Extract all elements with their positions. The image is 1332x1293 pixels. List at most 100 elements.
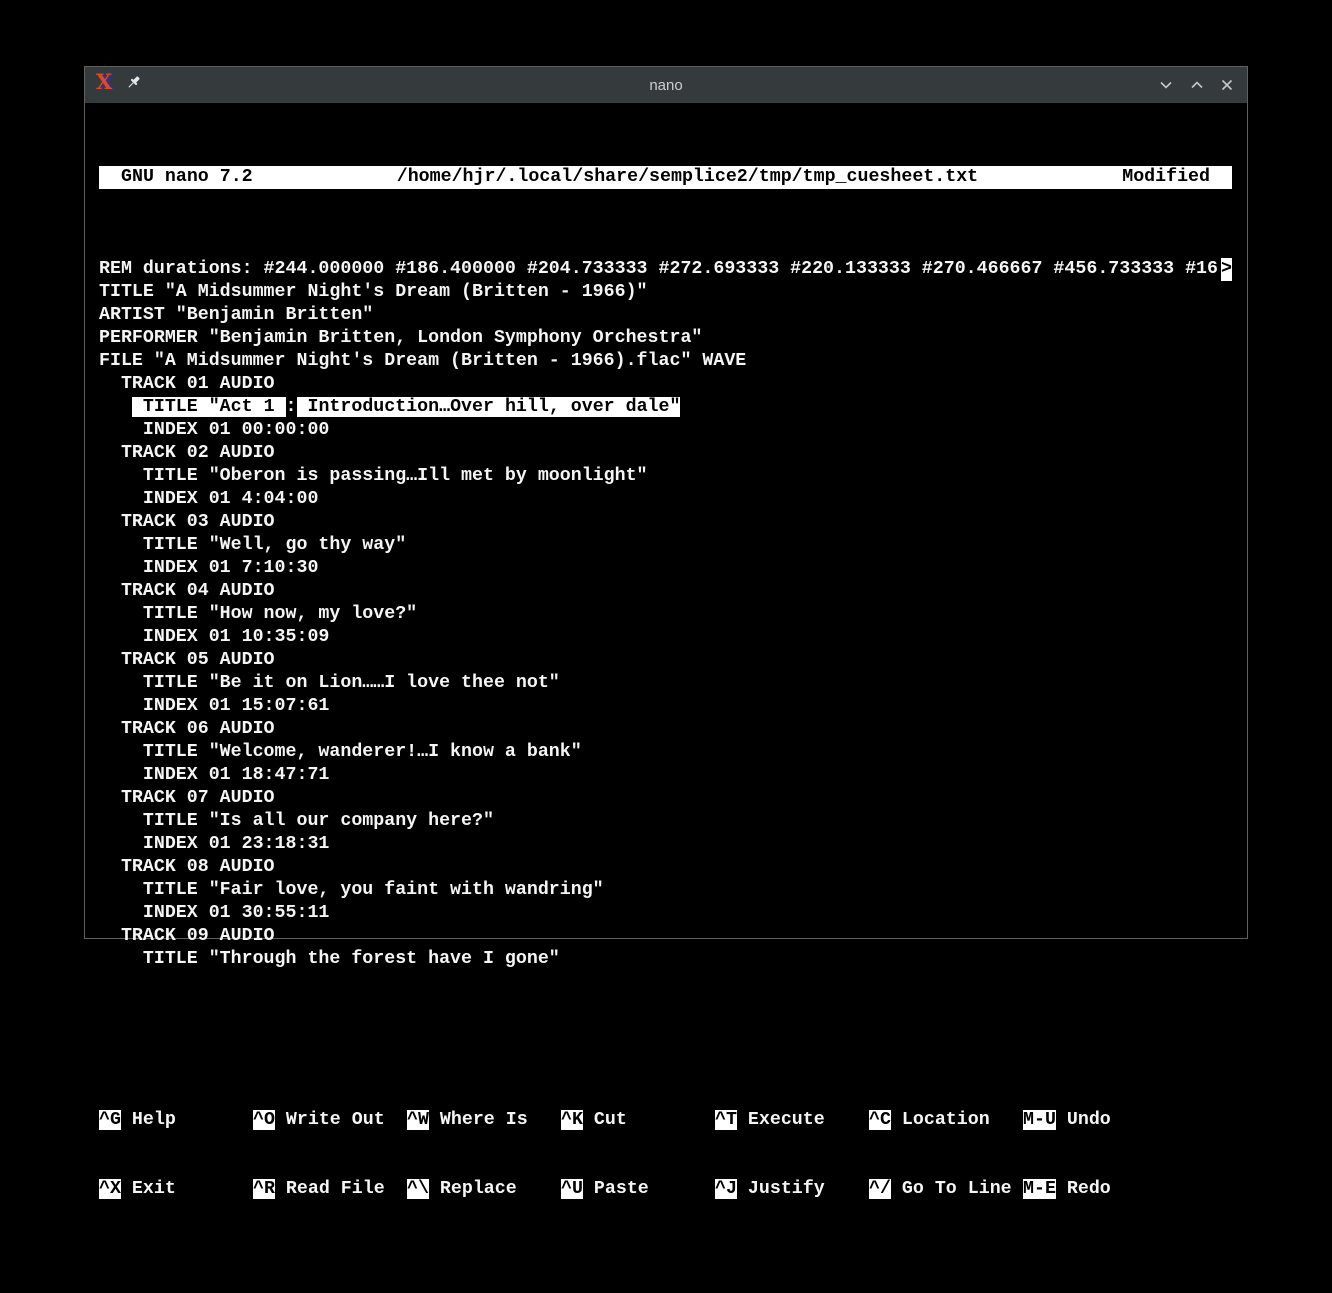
editor-line[interactable]: TRACK 02 AUDIO: [99, 442, 1232, 465]
line-text: TITLE "How now, my love?": [99, 604, 417, 624]
editor-line[interactable]: PERFORMER "Benjamin Britten, London Symp…: [99, 327, 1232, 350]
shortcut-paste: ^U Paste: [561, 1178, 715, 1201]
editor-line[interactable]: TRACK 05 AUDIO: [99, 649, 1232, 672]
editor-line[interactable]: INDEX 01 30:55:11: [99, 902, 1232, 925]
editor-line[interactable]: INDEX 01 10:35:09: [99, 626, 1232, 649]
line-text: PERFORMER "Benjamin Britten, London Symp…: [99, 328, 702, 348]
terminal-window: X X nano: [84, 66, 1248, 939]
shortcut-key: ^U: [561, 1179, 583, 1199]
line-text: INDEX 01 23:18:31: [99, 834, 329, 854]
shortcut-key: M-E: [1023, 1179, 1056, 1199]
editor-line[interactable]: TITLE "Fair love, you faint with wandrin…: [99, 879, 1232, 902]
selected-text: Introduction…Over hill, over dale": [297, 397, 681, 417]
shortcut-row: ^G Help^O Write Out^W Where Is^K Cut^T E…: [99, 1109, 1232, 1132]
line-text: TRACK 07 AUDIO: [99, 788, 275, 808]
nano-modified-status: Modified: [1122, 166, 1232, 189]
shortcut-label: Where Is: [429, 1110, 528, 1130]
selected-text: TITLE "Act 1: [132, 397, 286, 417]
editor-line[interactable]: TITLE "Be it on Lion……I love thee not": [99, 672, 1232, 695]
shortcut-key: ^X: [99, 1179, 121, 1199]
editor-line[interactable]: INDEX 01 15:07:61: [99, 695, 1232, 718]
editor-line[interactable]: TRACK 06 AUDIO: [99, 718, 1232, 741]
editor-line[interactable]: TITLE "Is all our company here?": [99, 810, 1232, 833]
editor-line[interactable]: TITLE "How now, my love?": [99, 603, 1232, 626]
shortcut-go-to-line: ^/ Go To Line: [869, 1178, 1023, 1201]
line-overflow-marker: >: [1221, 258, 1232, 281]
editor-line[interactable]: TITLE "Through the forest have I gone": [99, 948, 1232, 971]
shortcut-key: ^W: [407, 1110, 429, 1130]
shortcut-location: ^C Location: [869, 1109, 1023, 1132]
line-text: TITLE "Welcome, wanderer!…I know a bank": [99, 742, 582, 762]
editor-line[interactable]: TITLE "A Midsummer Night's Dream (Britte…: [99, 281, 1232, 304]
shortcut-label: Undo: [1056, 1110, 1111, 1130]
rem-durations-line[interactable]: REM durations: #244.000000 #186.400000 #…: [99, 258, 1232, 281]
nano-version: GNU nano 7.2: [99, 166, 253, 189]
shortcut-where-is: ^W Where Is: [407, 1109, 561, 1132]
editor-line[interactable]: ARTIST "Benjamin Britten": [99, 304, 1232, 327]
shortcut-key: ^K: [561, 1110, 583, 1130]
titlebar-left-icons: X X: [94, 67, 142, 103]
shortcut-key: ^G: [99, 1110, 121, 1130]
shortcut-label: Location: [891, 1110, 990, 1130]
nano-shortcut-bar: ^G Help^O Write Out^W Where Is^K Cut^T E…: [99, 1063, 1247, 1247]
line-text: REM durations: #244.000000 #186.400000 #…: [99, 259, 1218, 279]
close-button[interactable]: [1221, 79, 1233, 91]
window-titlebar[interactable]: X X nano: [85, 67, 1247, 103]
editor-line[interactable]: TRACK 01 AUDIO: [99, 373, 1232, 396]
shortcut-label: Go To Line: [891, 1179, 1012, 1199]
shortcut-replace: ^\ Replace: [407, 1178, 561, 1201]
line-text: INDEX 01 10:35:09: [99, 627, 329, 647]
xterm-icon: X X: [94, 71, 116, 100]
shortcut-label: Replace: [429, 1179, 517, 1199]
editor-line[interactable]: INDEX 01 00:00:00: [99, 419, 1232, 442]
selected-title-line[interactable]: TITLE "Act 1 : Introduction…Over hill, o…: [99, 396, 1232, 419]
line-text: TRACK 01 AUDIO: [99, 374, 275, 394]
nano-file-path: /home/hjr/.local/share/semplice2/tmp/tmp…: [397, 166, 978, 189]
editor-line[interactable]: TITLE "Welcome, wanderer!…I know a bank": [99, 741, 1232, 764]
shortcut-key: ^/: [869, 1179, 891, 1199]
shortcut-write-out: ^O Write Out: [253, 1109, 407, 1132]
maximize-button[interactable]: [1190, 80, 1204, 90]
editor-line[interactable]: TITLE "Oberon is passing…Ill met by moon…: [99, 465, 1232, 488]
editor-line[interactable]: INDEX 01 7:10:30: [99, 557, 1232, 580]
editor-line[interactable]: TITLE "Well, go thy way": [99, 534, 1232, 557]
line-text: INDEX 01 7:10:30: [99, 558, 318, 578]
line-text: TITLE "Well, go thy way": [99, 535, 406, 555]
shortcut-key: ^J: [715, 1179, 737, 1199]
shortcut-help: ^G Help: [99, 1109, 253, 1132]
line-text: TITLE "Is all our company here?": [99, 811, 494, 831]
window-title: nano: [649, 77, 682, 94]
shortcut-key: M-U: [1023, 1110, 1056, 1130]
nano-editor[interactable]: GNU nano 7.2 /home/hjr/.local/share/semp…: [85, 103, 1247, 938]
line-text: TRACK 02 AUDIO: [99, 443, 275, 463]
shortcut-cut: ^K Cut: [561, 1109, 715, 1132]
editor-line[interactable]: TRACK 04 AUDIO: [99, 580, 1232, 603]
editor-line[interactable]: TRACK 07 AUDIO: [99, 787, 1232, 810]
line-text: INDEX 01 00:00:00: [99, 420, 329, 440]
line-text: TITLE "A Midsummer Night's Dream (Britte…: [99, 282, 648, 302]
editor-line[interactable]: TRACK 08 AUDIO: [99, 856, 1232, 879]
editor-line[interactable]: INDEX 01 4:04:00: [99, 488, 1232, 511]
shortcut-label: Justify: [737, 1179, 825, 1199]
editor-line[interactable]: TRACK 03 AUDIO: [99, 511, 1232, 534]
shortcut-key: ^O: [253, 1110, 275, 1130]
editor-line[interactable]: INDEX 01 23:18:31: [99, 833, 1232, 856]
line-text: TRACK 04 AUDIO: [99, 581, 275, 601]
shortcut-key: ^R: [253, 1179, 275, 1199]
shortcut-label: Paste: [583, 1179, 649, 1199]
nano-header-bar: GNU nano 7.2 /home/hjr/.local/share/semp…: [99, 166, 1232, 189]
pushpin-icon: [125, 74, 142, 96]
editor-line[interactable]: INDEX 01 18:47:71: [99, 764, 1232, 787]
shortcut-justify: ^J Justify: [715, 1178, 869, 1201]
shortcut-execute: ^T Execute: [715, 1109, 869, 1132]
shortcut-exit: ^X Exit: [99, 1178, 253, 1201]
minimize-button[interactable]: [1159, 80, 1173, 90]
editor-line[interactable]: FILE "A Midsummer Night's Dream (Britten…: [99, 350, 1232, 373]
line-text: TITLE "Oberon is passing…Ill met by moon…: [99, 466, 648, 486]
line-text: INDEX 01 18:47:71: [99, 765, 329, 785]
editor-line[interactable]: TRACK 09 AUDIO: [99, 925, 1232, 948]
line-text: INDEX 01 4:04:00: [99, 489, 318, 509]
editor-body[interactable]: REM durations: #244.000000 #186.400000 #…: [99, 258, 1247, 971]
shortcut-row: ^X Exit^R Read File^\ Replace^U Paste^J …: [99, 1178, 1232, 1201]
line-text: FILE "A Midsummer Night's Dream (Britten…: [99, 351, 746, 371]
